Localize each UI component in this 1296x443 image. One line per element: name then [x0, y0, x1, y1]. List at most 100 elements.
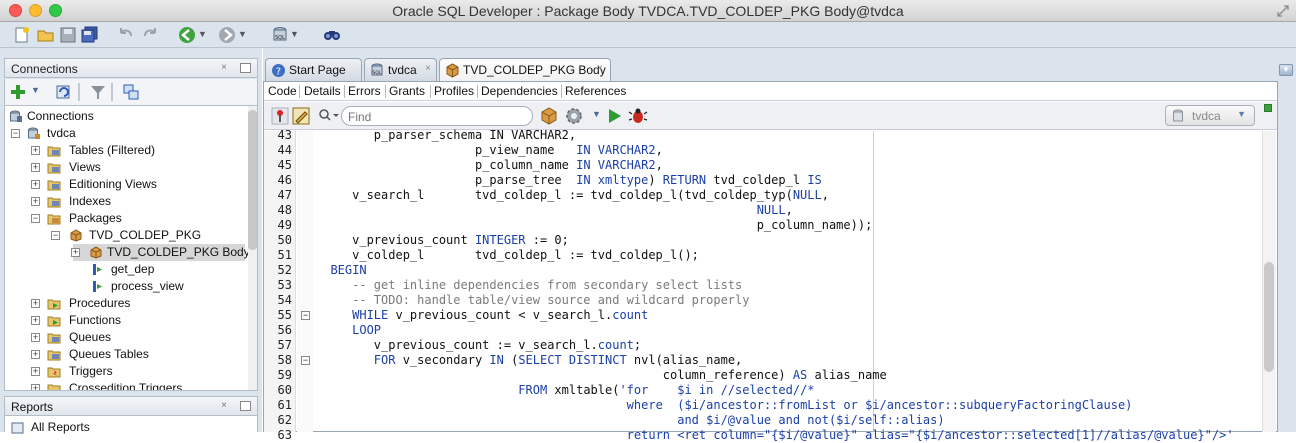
tab-tvdca[interactable]: SQL tvdca × [364, 58, 437, 81]
subtab-grants[interactable]: Grants [389, 84, 425, 98]
tree-item-triggers[interactable]: + Triggers [7, 363, 247, 380]
package-icon[interactable] [539, 106, 559, 126]
new-file-icon[interactable] [12, 25, 32, 45]
redo-icon[interactable] [140, 25, 160, 45]
save-all-icon[interactable] [80, 25, 100, 45]
fullscreen-icon[interactable] [1276, 4, 1290, 18]
line-number: 43 [277, 128, 292, 142]
tree-item-crossedition-triggers[interactable]: + Crossedition Triggers [7, 380, 247, 390]
code-text: v_search_l tvd_coldep_l := tvd_coldep_l(… [316, 188, 829, 202]
folder-icon [47, 178, 61, 191]
gear-icon[interactable] [563, 105, 585, 127]
run-icon[interactable] [606, 106, 624, 126]
expand-icon[interactable]: + [31, 197, 40, 206]
find-input[interactable] [348, 109, 528, 124]
reports-minimize-icon[interactable] [240, 401, 251, 411]
tab-list-icon[interactable]: ▼ [1279, 64, 1293, 76]
expand-icon[interactable]: + [71, 248, 80, 257]
connections-close-icon[interactable]: × [221, 62, 227, 73]
subtab-code[interactable]: Code [268, 84, 297, 98]
line-number: 52 [277, 263, 292, 277]
line-number: 54 [277, 293, 292, 307]
line-number: 45 [277, 158, 292, 172]
subtab-errors[interactable]: Errors [348, 84, 381, 98]
editor-scrollbar-thumb[interactable] [1264, 262, 1274, 372]
sql-worksheet-icon[interactable]: SQL [270, 25, 290, 45]
connection-selector[interactable]: tvdca ▼ [1165, 105, 1255, 126]
worksheet-dropdown-icon[interactable]: ▼ [290, 29, 302, 49]
find-field[interactable] [341, 106, 533, 126]
expand-icon[interactable]: + [31, 367, 40, 376]
tree-item-procedures[interactable]: + Procedures [7, 295, 247, 312]
edit-icon[interactable] [291, 106, 311, 126]
collapse-icon[interactable]: − [51, 231, 60, 240]
forward-icon[interactable] [217, 25, 237, 45]
tree-item-all-reports[interactable]: All Reports [9, 419, 249, 436]
save-icon[interactable] [58, 25, 78, 45]
code-text: column_reference) AS alias_name [316, 368, 887, 382]
back-dropdown-icon[interactable]: ▼ [198, 29, 210, 49]
connections-tree: Connections − tvdca + Tables (Filtered) … [4, 105, 258, 391]
tree-item-packages[interactable]: − Packages [7, 210, 247, 227]
tree-item-package[interactable]: − TVD_COLDEP_PKG [7, 227, 247, 244]
expand-icon[interactable]: + [31, 384, 40, 390]
tree-item-member[interactable]: process_view [7, 278, 247, 295]
tree-item-editioning-views[interactable]: + Editioning Views [7, 176, 247, 193]
subtab-separator [344, 85, 345, 98]
tree-item-views[interactable]: + Views [7, 159, 247, 176]
subtab-profiles[interactable]: Profiles [434, 84, 474, 98]
expand-icon[interactable]: + [31, 180, 40, 189]
expand-icon[interactable]: + [31, 163, 40, 172]
fold-collapse-icon[interactable]: − [301, 311, 310, 320]
filter-icon[interactable] [89, 83, 107, 101]
window-title: Oracle SQL Developer : Package Body TVDC… [392, 3, 904, 19]
tree-scrollbar-thumb[interactable] [248, 110, 257, 250]
expand-icon[interactable]: + [31, 299, 40, 308]
debug-icon[interactable] [628, 106, 648, 126]
collapse-icon[interactable]: − [31, 214, 40, 223]
expand-icon[interactable]: + [31, 333, 40, 342]
schema-browser-icon[interactable] [122, 83, 140, 101]
reports-panel-header: Reports × [4, 396, 258, 416]
right-margin-guide [873, 131, 874, 432]
expand-icon[interactable]: + [31, 146, 40, 155]
tab-close-icon[interactable]: × [597, 63, 603, 74]
subtab-dependencies[interactable]: Dependencies [481, 84, 558, 98]
subtab-references[interactable]: References [565, 84, 626, 98]
add-connection-dropdown-icon[interactable]: ▼ [31, 85, 40, 95]
refresh-icon[interactable] [55, 83, 73, 101]
collapse-icon[interactable]: − [11, 129, 20, 138]
subtab-details[interactable]: Details [304, 84, 341, 98]
procedure-icon [91, 280, 105, 293]
gear-dropdown-icon[interactable]: ▼ [592, 109, 601, 119]
line-number: 63 [277, 428, 292, 442]
expand-icon[interactable]: + [31, 316, 40, 325]
pin-icon[interactable] [270, 106, 290, 126]
tree-item-package-body[interactable]: + TVD_COLDEP_PKG Body [71, 244, 250, 261]
tree-item-indexes[interactable]: + Indexes [7, 193, 247, 210]
tree-item-functions[interactable]: + Functions [7, 312, 247, 329]
tree-root-connections[interactable]: Connections [7, 108, 247, 125]
back-icon[interactable] [177, 25, 197, 45]
fold-collapse-icon[interactable]: − [301, 356, 310, 365]
open-folder-icon[interactable] [36, 25, 56, 45]
connections-toolbar: ▼ [4, 79, 258, 105]
tree-item-member[interactable]: get_dep [7, 261, 247, 278]
reports-close-icon[interactable]: × [221, 400, 227, 411]
tab-start-page[interactable]: ? Start Page [265, 58, 362, 81]
tree-item-queues[interactable]: + Queues [7, 329, 247, 346]
find-db-object-icon[interactable] [322, 25, 342, 45]
tab-package-body[interactable]: TVD_COLDEP_PKG Body × [439, 58, 611, 82]
subtab-separator [561, 85, 562, 98]
search-icon[interactable] [318, 108, 340, 124]
tree-connection-tvdca[interactable]: − tvdca [7, 125, 247, 142]
forward-dropdown-icon[interactable]: ▼ [238, 29, 250, 49]
tree-item-queues-tables[interactable]: + Queues Tables [7, 346, 247, 363]
add-connection-icon[interactable] [9, 83, 27, 101]
tree-label: Procedures [69, 296, 131, 310]
expand-icon[interactable]: + [31, 350, 40, 359]
undo-icon[interactable] [116, 25, 136, 45]
connections-minimize-icon[interactable] [240, 63, 251, 73]
tree-item-tables[interactable]: + Tables (Filtered) [7, 142, 247, 159]
tab-close-icon[interactable]: × [425, 63, 431, 74]
